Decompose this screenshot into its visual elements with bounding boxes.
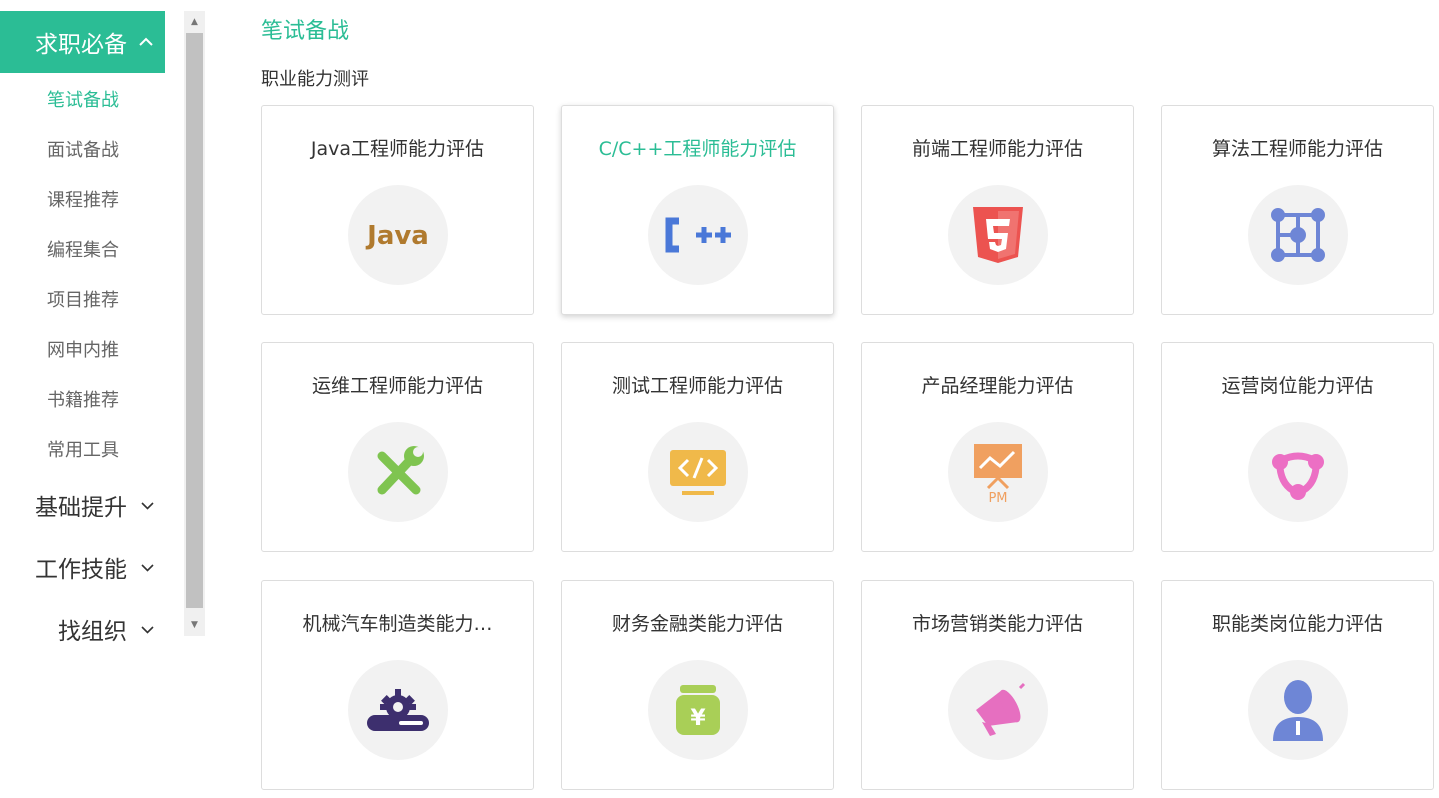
java-icon: Java xyxy=(348,185,448,285)
page-title: 笔试备战 xyxy=(261,19,350,44)
sidebar-item-xiangmu[interactable]: 项目推荐 xyxy=(47,286,119,312)
sidebar-group-jichu[interactable]: 基础提升 xyxy=(35,488,154,522)
card-pm[interactable]: 产品经理能力评估 PM xyxy=(861,342,1134,552)
code-monitor-icon xyxy=(648,422,748,522)
algorithm-icon xyxy=(1248,185,1348,285)
money-icon: ¥ xyxy=(648,660,748,760)
scroll-thumb[interactable] xyxy=(186,33,203,608)
card-label: 前端工程师能力评估 xyxy=(911,138,1083,160)
card-label: C/C++工程师能力评估 xyxy=(598,138,797,160)
sidebar-group-label: 工作技能 xyxy=(35,557,127,583)
card-label: 市场营销类能力评估 xyxy=(911,613,1083,635)
card-testing[interactable]: 测试工程师能力评估 xyxy=(561,342,834,552)
chevron-down-icon xyxy=(141,558,154,576)
sidebar-item-bishi[interactable]: 笔试备战 xyxy=(47,86,119,112)
card-label: 算法工程师能力评估 xyxy=(1211,138,1383,160)
card-cpp[interactable]: C/C++工程师能力评估 xyxy=(561,105,834,315)
gear-icon xyxy=(348,660,448,760)
sidebar-item-gongju[interactable]: 常用工具 xyxy=(47,436,119,462)
card-label: 运营岗位能力评估 xyxy=(1221,375,1374,397)
card-frontend[interactable]: 前端工程师能力评估 xyxy=(861,105,1134,315)
scroll-up-arrow-icon[interactable]: ▲ xyxy=(184,13,205,31)
card-finance[interactable]: 财务金融类能力评估 ¥ xyxy=(561,580,834,790)
html5-icon xyxy=(948,185,1048,285)
svg-text:¥: ¥ xyxy=(690,706,706,731)
sidebar-item-biancheng[interactable]: 编程集合 xyxy=(47,236,119,262)
sidebar-group-label: 求职必备 xyxy=(35,32,127,58)
chevron-down-icon xyxy=(141,496,154,514)
card-mechanical[interactable]: 机械汽车制造类能力… xyxy=(261,580,534,790)
chevron-up-icon xyxy=(139,31,153,50)
card-label: 机械汽车制造类能力… xyxy=(302,613,493,635)
card-marketing[interactable]: 市场营销类能力评估 xyxy=(861,580,1134,790)
network-icon xyxy=(1248,422,1348,522)
card-label: 测试工程师能力评估 xyxy=(611,375,783,397)
sidebar-item-kecheng[interactable]: 课程推荐 xyxy=(47,186,119,212)
sidebar-group-label: 基础提升 xyxy=(35,495,127,521)
sidebar-item-shuji[interactable]: 书籍推荐 xyxy=(47,386,119,412)
card-label: 财务金融类能力评估 xyxy=(611,613,783,635)
card-label: Java工程师能力评估 xyxy=(310,138,485,160)
card-operations[interactable]: 运营岗位能力评估 xyxy=(1161,342,1434,552)
card-java[interactable]: Java工程师能力评估 Java xyxy=(261,105,534,315)
svg-text:Java: Java xyxy=(365,221,429,251)
card-label: 运维工程师能力评估 xyxy=(311,375,483,397)
wrench-icon xyxy=(348,422,448,522)
card-label: 产品经理能力评估 xyxy=(921,375,1074,397)
sidebar-group-zuzhi[interactable]: 找组织 xyxy=(58,612,154,646)
sidebar-group-gongzuo[interactable]: 工作技能 xyxy=(35,550,154,584)
card-functional[interactable]: 职能类岗位能力评估 xyxy=(1161,580,1434,790)
card-label: 职能类岗位能力评估 xyxy=(1211,613,1383,635)
card-ops[interactable]: 运维工程师能力评估 xyxy=(261,342,534,552)
megaphone-icon xyxy=(948,660,1048,760)
cpp-icon xyxy=(648,185,748,285)
chevron-down-icon xyxy=(141,620,154,638)
scroll-down-arrow-icon[interactable]: ▼ xyxy=(184,616,205,634)
sidebar-item-wangshen[interactable]: 网申内推 xyxy=(47,336,119,362)
pm-board-icon: PM xyxy=(948,422,1048,522)
section-title: 职业能力测评 xyxy=(261,69,369,90)
sidebar-scrollbar[interactable]: ▲ ▼ xyxy=(184,11,205,636)
svg-text:PM: PM xyxy=(988,491,1007,504)
sidebar: 求职必备 笔试备战 面试备战 课程推荐 编程集合 项目推荐 网申内推 书籍推荐 … xyxy=(0,0,185,798)
card-algorithm[interactable]: 算法工程师能力评估 xyxy=(1161,105,1434,315)
sidebar-group-label: 找组织 xyxy=(58,619,127,645)
sidebar-group-qiuzhibibei[interactable]: 求职必备 xyxy=(0,11,165,73)
person-icon xyxy=(1248,660,1348,760)
sidebar-item-mianshi[interactable]: 面试备战 xyxy=(47,136,119,162)
